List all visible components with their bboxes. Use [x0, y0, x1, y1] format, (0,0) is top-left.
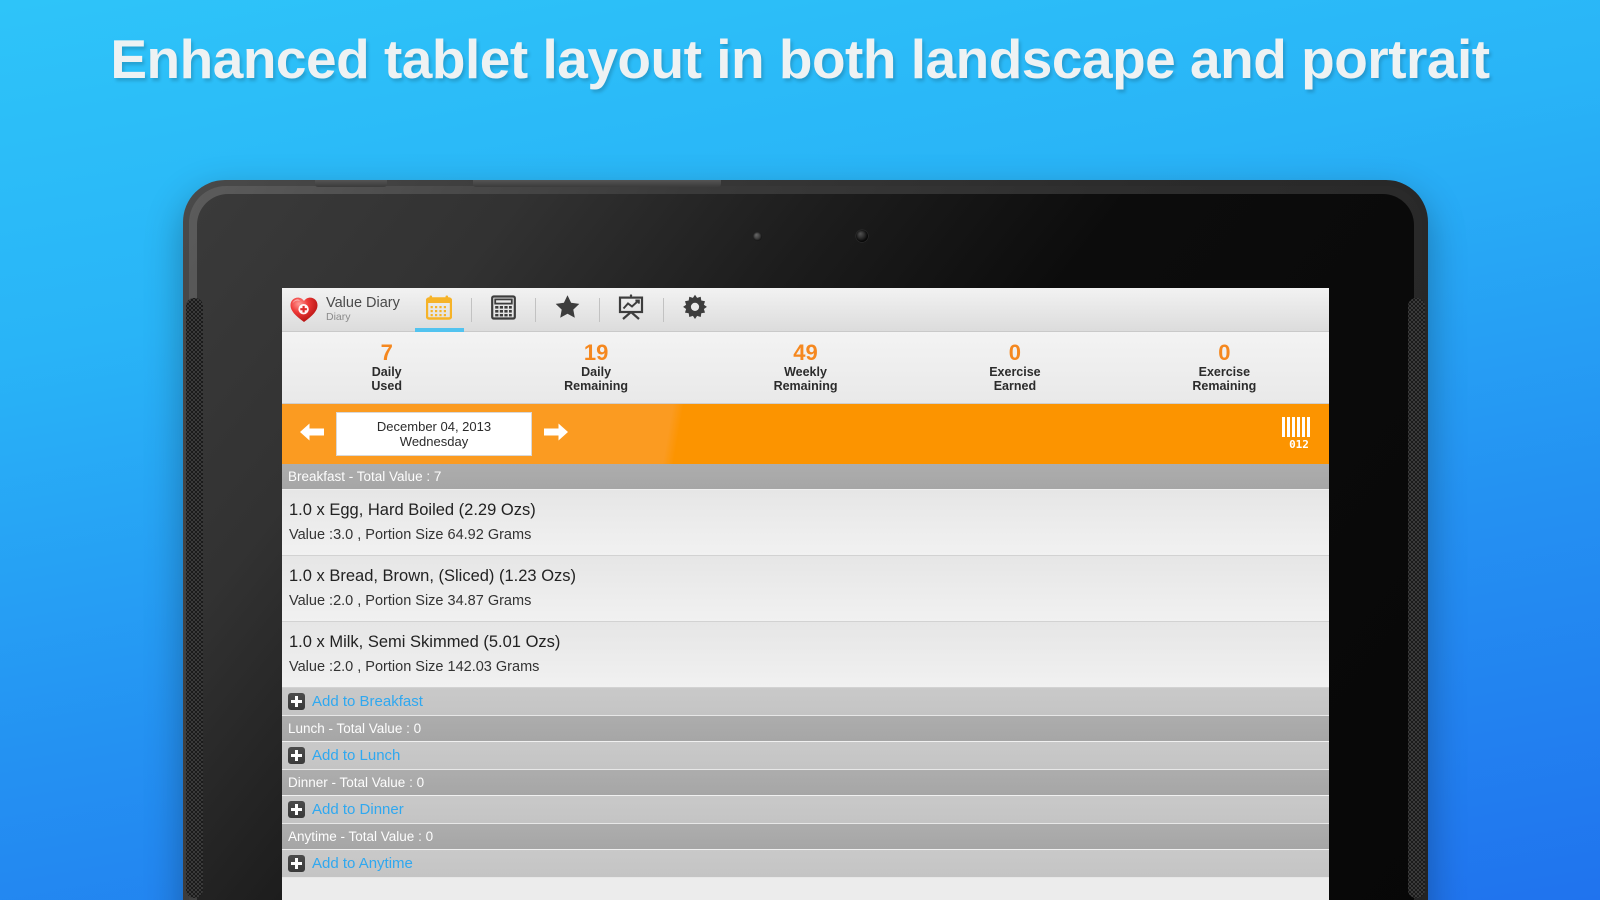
stat-label-line2: Remaining	[1192, 379, 1257, 393]
heart-plus-icon	[289, 295, 319, 324]
stat-label-line2: Remaining	[564, 379, 629, 393]
speaker-grille-left	[186, 298, 203, 898]
chart-board-icon	[617, 294, 645, 325]
tablet-device-frame: Value Diary Diary 7 Daily Used 19 Daily …	[183, 180, 1428, 900]
stat-label-line1: Daily	[371, 365, 402, 379]
date-value: December 04, 2013	[376, 419, 492, 434]
tab-divider-4	[662, 297, 664, 322]
food-entry-row[interactable]: 1.0 x Bread, Brown, (Sliced) (1.23 Ozs) …	[282, 556, 1329, 622]
stat-label-line1: Exercise	[989, 365, 1041, 379]
star-icon	[554, 294, 581, 325]
stat-label-line2: Used	[371, 379, 402, 393]
arrow-right-icon	[542, 420, 570, 449]
barcode-number: 012	[1289, 438, 1309, 451]
stat-label: Daily Used	[371, 365, 402, 393]
tab-divider-1	[470, 297, 472, 322]
stat-exercise-earned[interactable]: 0 Exercise Earned	[910, 332, 1119, 403]
stat-exercise-remaining[interactable]: 0 Exercise Remaining	[1120, 332, 1329, 403]
tab-divider-3	[598, 297, 600, 322]
section-header-lunch: Lunch - Total Value : 0	[282, 716, 1329, 742]
add-row-label: Add to Anytime	[312, 855, 413, 872]
add-to-lunch-button[interactable]: Add to Lunch	[282, 742, 1329, 770]
diary-list: Breakfast - Total Value : 7 1.0 x Egg, H…	[282, 464, 1329, 884]
next-day-button[interactable]	[536, 420, 576, 449]
food-entry-title: 1.0 x Milk, Semi Skimmed (5.01 Ozs)	[289, 633, 561, 651]
stat-weekly-remaining[interactable]: 49 Weekly Remaining	[701, 332, 910, 403]
stat-value: 19	[583, 340, 609, 365]
food-entry-detail: Value :3.0 , Portion Size 64.92 Grams	[289, 527, 532, 543]
gear-icon	[681, 294, 709, 326]
weekday-value: Wednesday	[399, 434, 469, 449]
tab-calculator[interactable]	[474, 288, 533, 332]
food-entry-title: 1.0 x Egg, Hard Boiled (2.29 Ozs)	[289, 501, 536, 519]
food-entry-row[interactable]: 1.0 x Milk, Semi Skimmed (5.01 Ozs) Valu…	[282, 622, 1329, 688]
calendar-icon	[426, 295, 453, 325]
add-to-breakfast-button[interactable]: Add to Breakfast	[282, 688, 1329, 716]
arrow-left-icon	[298, 420, 326, 449]
stat-label: Daily Remaining	[564, 365, 628, 393]
stat-label-line2: Remaining	[773, 379, 838, 393]
section-header-dinner: Dinner - Total Value : 0	[282, 770, 1329, 796]
stat-value: 0	[1008, 340, 1022, 365]
tab-progress[interactable]	[602, 288, 661, 332]
tab-calendar[interactable]	[410, 288, 469, 332]
app-screen: Value Diary Diary 7 Daily Used 19 Daily …	[282, 288, 1329, 900]
stat-daily-remaining[interactable]: 19 Daily Remaining	[491, 332, 700, 403]
stat-label-line1: Weekly	[784, 365, 827, 379]
app-title: Value Diary	[326, 295, 400, 312]
app-brand[interactable]: Value Diary Diary	[289, 295, 410, 324]
stat-label-line1: Daily	[581, 365, 612, 379]
tab-bar	[410, 288, 725, 332]
date-navigation-bar: December 04, 2013 Wednesday 012	[282, 404, 1329, 464]
section-header-anytime: Anytime - Total Value : 0	[282, 824, 1329, 850]
device-top-nub-right	[473, 180, 721, 187]
add-to-anytime-button[interactable]: Add to Anytime	[282, 850, 1329, 878]
food-entry-title: 1.0 x Bread, Brown, (Sliced) (1.23 Ozs)	[289, 567, 577, 585]
promo-banner: Enhanced tablet layout in both landscape…	[0, 0, 1600, 900]
promo-headline: Enhanced tablet layout in both landscape…	[110, 28, 1490, 90]
stat-label-line1: Exercise	[1198, 365, 1251, 379]
add-row-label: Add to Breakfast	[312, 693, 423, 710]
speaker-grille-right	[1408, 298, 1425, 898]
app-subtitle: Diary	[326, 310, 351, 323]
food-entry-detail: Value :2.0 , Portion Size 34.87 Grams	[289, 593, 532, 609]
tab-favourites[interactable]	[538, 288, 597, 332]
barcode-scan-icon	[1282, 417, 1310, 437]
add-to-dinner-button[interactable]: Add to Dinner	[282, 796, 1329, 824]
summary-stats-bar: 7 Daily Used 19 Daily Remaining 49 Weekl…	[282, 332, 1329, 404]
calculator-icon	[490, 294, 516, 325]
list-bottom-spacer	[282, 878, 1329, 884]
stat-label: Exercise Remaining	[1192, 365, 1256, 393]
plus-icon	[288, 801, 305, 818]
add-row-label: Add to Lunch	[312, 747, 401, 764]
device-top-nub-left	[315, 180, 387, 187]
stat-value: 0	[1218, 340, 1231, 365]
stat-value: 7	[380, 340, 393, 365]
stat-label-line2: Earned	[993, 379, 1037, 393]
front-camera-icon	[856, 230, 868, 242]
food-entry-detail: Value :2.0 , Portion Size 142.03 Grams	[289, 659, 540, 675]
plus-icon	[288, 855, 305, 872]
add-row-label: Add to Dinner	[312, 801, 404, 818]
section-header-breakfast: Breakfast - Total Value : 7	[282, 464, 1329, 490]
stat-label: Exercise Earned	[989, 365, 1040, 393]
stat-label: Weekly Remaining	[774, 365, 838, 393]
stat-daily-used[interactable]: 7 Daily Used	[282, 332, 491, 403]
food-entry-row[interactable]: 1.0 x Egg, Hard Boiled (2.29 Ozs) Value …	[282, 490, 1329, 556]
plus-icon	[288, 693, 305, 710]
plus-icon	[288, 747, 305, 764]
action-bar: Value Diary Diary	[282, 288, 1329, 332]
tab-divider-2	[534, 297, 536, 322]
previous-day-button[interactable]	[292, 420, 332, 449]
tab-settings[interactable]	[666, 288, 725, 332]
barcode-scan-button[interactable]: 012	[1275, 414, 1317, 454]
stat-value: 49	[793, 340, 818, 365]
date-display[interactable]: December 04, 2013 Wednesday	[336, 412, 532, 456]
ambient-sensor-icon	[753, 232, 762, 241]
